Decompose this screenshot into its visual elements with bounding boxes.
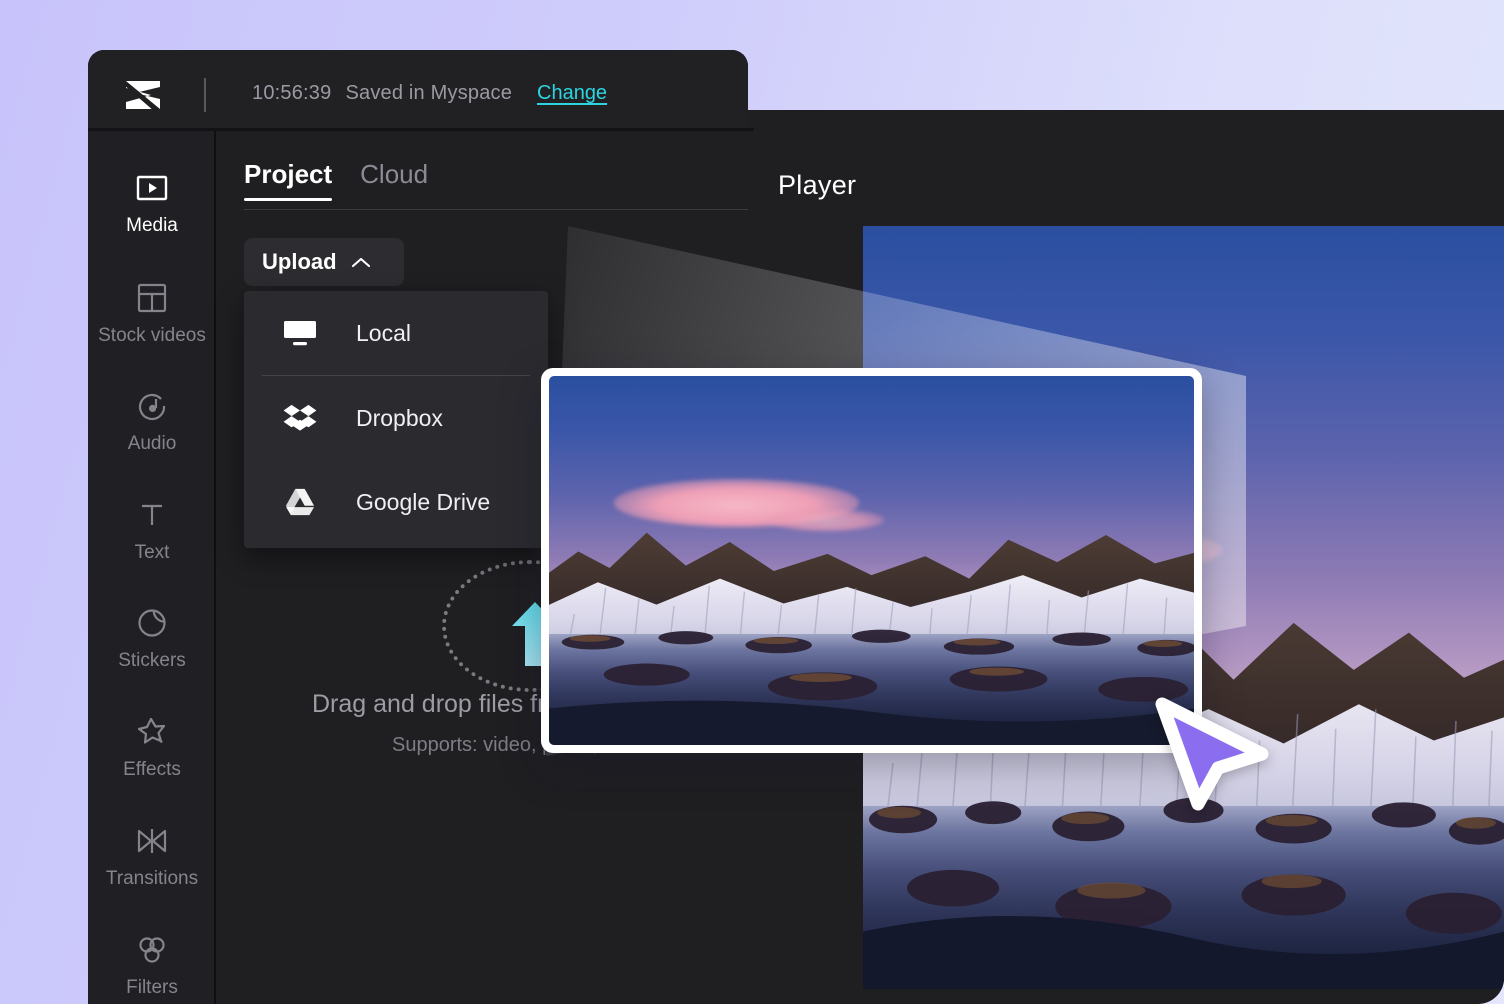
tab-cloud[interactable]: Cloud — [360, 160, 428, 201]
change-location-link[interactable]: Change — [537, 82, 607, 105]
sidebar-label-text: Text — [135, 542, 170, 564]
capcut-logo-glyph — [121, 77, 165, 113]
bowtie-transition-icon — [136, 824, 168, 858]
sticker-circle-icon — [137, 606, 167, 640]
sidebar-label-effects: Effects — [123, 759, 181, 781]
menu-label-google-drive: Google Drive — [356, 489, 490, 516]
chevron-up-icon — [351, 256, 371, 269]
sidebar-item-filters[interactable]: Filters — [88, 933, 216, 999]
google-drive-icon — [282, 487, 318, 517]
tabs-divider — [244, 209, 748, 210]
menu-label-local: Local — [356, 320, 411, 347]
arrow-cursor-icon — [1148, 688, 1276, 814]
player-title: Player — [778, 170, 856, 201]
sidebar-label-transitions: Transitions — [106, 868, 198, 890]
media-tabs: Project Cloud — [244, 160, 428, 201]
menu-item-local[interactable]: Local — [244, 291, 548, 375]
sidebar-item-effects[interactable]: Effects — [88, 715, 216, 781]
sparkle-star-icon — [136, 715, 168, 749]
text-t-icon — [137, 498, 167, 532]
thumb-foreground-tussocks — [549, 620, 1194, 745]
sidebar-label-stickers: Stickers — [118, 650, 186, 672]
sidebar-label-filters: Filters — [126, 977, 178, 999]
sidebar-label-stock-videos: Stock videos — [98, 325, 206, 347]
sidebar-item-transitions[interactable]: Transitions — [88, 824, 216, 890]
upload-dropdown-menu: Local Dropbox — [244, 291, 548, 548]
upload-button-label: Upload — [262, 249, 337, 275]
cursor-glyph — [1148, 688, 1276, 814]
sidebar-item-media[interactable]: Media — [88, 171, 216, 237]
menu-item-dropbox[interactable]: Dropbox — [244, 376, 548, 460]
layout-grid-icon — [137, 281, 167, 315]
sidebar-item-stock-videos[interactable]: Stock videos — [88, 281, 216, 347]
sidebar-label-media: Media — [126, 215, 178, 237]
sidebar-item-stickers[interactable]: Stickers — [88, 606, 216, 672]
save-location: Saved in Myspace — [345, 82, 512, 104]
sidebar-rail: Media Stock videos Audio — [88, 131, 216, 1004]
autosave-time: 10:56:39 — [252, 82, 331, 104]
menu-item-google-drive[interactable]: Google Drive — [244, 460, 548, 544]
sidebar-item-audio[interactable]: Audio — [88, 389, 216, 455]
thumbnail-scene — [549, 376, 1194, 745]
upload-button[interactable]: Upload — [244, 238, 404, 286]
dragged-thumbnail-image — [549, 376, 1194, 745]
titlebar-separator — [204, 78, 206, 112]
dropbox-icon — [282, 403, 318, 433]
media-play-frame-icon — [136, 171, 168, 205]
music-note-circle-icon — [137, 389, 167, 423]
monitor-icon — [282, 318, 318, 348]
sidebar-label-audio: Audio — [128, 433, 177, 455]
save-status: 10:56:39 Saved in Myspace — [252, 82, 512, 105]
dragged-media-thumbnail[interactable] — [541, 368, 1202, 753]
menu-label-dropbox: Dropbox — [356, 405, 443, 432]
capcut-logo-icon[interactable] — [120, 76, 166, 114]
sidebar-item-text[interactable]: Text — [88, 498, 216, 564]
tab-project[interactable]: Project — [244, 160, 332, 201]
three-circles-icon — [136, 933, 168, 967]
page-plate: Player — [0, 0, 1504, 1004]
